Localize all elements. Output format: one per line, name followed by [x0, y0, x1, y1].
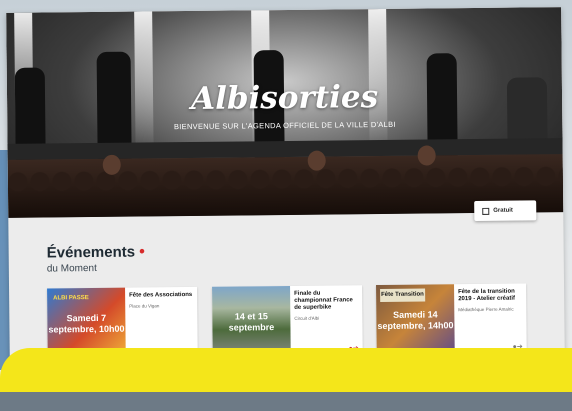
tagline: BIENVENUE SUR L'AGENDA OFFICIEL DE LA VI…: [173, 119, 396, 132]
section-title: Événements •: [46, 243, 145, 262]
site-logo[interactable]: Albisorties: [7, 77, 562, 119]
website-page: Albisorties BIENVENUE SUR L'AGENDA OFFIC…: [6, 7, 565, 368]
event-title[interactable]: Fête des Associations: [129, 292, 193, 300]
hero-banner: Albisorties BIENVENUE SUR L'AGENDA OFFIC…: [6, 7, 564, 218]
event-place: Place du Vigan: [129, 303, 160, 309]
checkbox-icon[interactable]: [482, 207, 490, 215]
event-thumbnail: Fête Transition Samedi 14 septembre, 14h…: [376, 284, 455, 358]
event-place: Circuit d'Albi: [294, 315, 320, 321]
event-info: Fête de la transition 2019 - Atelier cré…: [454, 283, 527, 356]
footer-shadow: [0, 392, 572, 411]
event-title[interactable]: Fête de la transition 2019 - Atelier cré…: [458, 289, 522, 304]
title-dot: •: [139, 243, 145, 261]
free-filter-button[interactable]: Gratuit: [474, 200, 537, 222]
event-card[interactable]: Fête Transition Samedi 14 septembre, 14h…: [376, 283, 527, 358]
crowd-head: [102, 154, 121, 175]
event-title[interactable]: Finale du championnat France de superbik…: [294, 290, 358, 312]
free-filter-label: Gratuit: [493, 207, 513, 214]
crowd-head: [417, 145, 436, 166]
crowd-head: [307, 150, 326, 171]
section-subtitle: du Moment: [46, 262, 97, 275]
event-place: Médiathèque Pierre Amalric: [458, 306, 514, 313]
